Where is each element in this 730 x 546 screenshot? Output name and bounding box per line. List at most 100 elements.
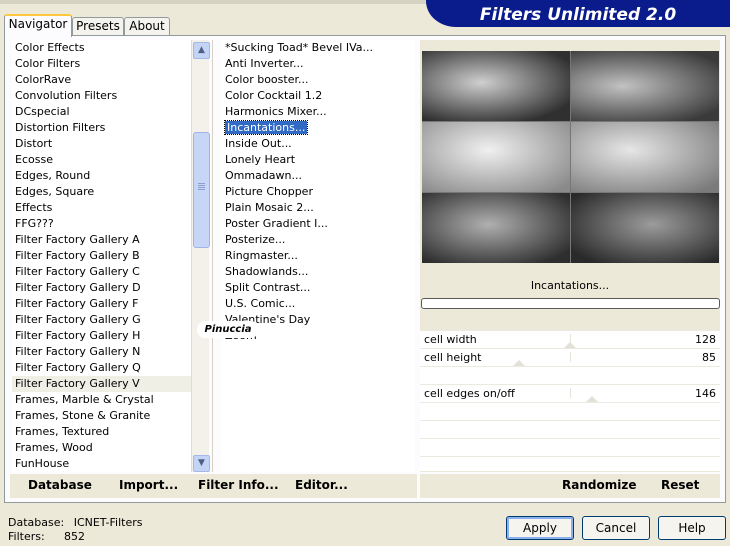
scroll-grip-icon	[198, 185, 205, 186]
help-button[interactable]: Help	[658, 516, 726, 540]
filter-item[interactable]: Incantations...	[222, 120, 415, 136]
slider-label: cell width	[424, 333, 477, 346]
category-scrollbar[interactable]: ▲ ▼	[191, 40, 210, 472]
category-item[interactable]: Filter Factory Gallery H	[12, 328, 194, 344]
filter-item-label: Posterize...	[225, 233, 286, 246]
category-item[interactable]: DCspecial	[12, 104, 194, 120]
slider-slot-empty	[420, 438, 720, 456]
filter-item[interactable]: Ringmaster...	[222, 248, 415, 264]
slider-label: cell edges on/off	[424, 387, 515, 400]
status-filters: Filters: 852	[8, 530, 85, 543]
filter-item-label: Plain Mosaic 2...	[225, 201, 314, 214]
category-item[interactable]: FunHouse	[12, 456, 194, 472]
filter-item[interactable]: U.S. Comic...	[222, 296, 415, 312]
category-item[interactable]: Filter Factory Gallery Q	[12, 360, 194, 376]
status-database-value: ICNET-Filters	[73, 516, 143, 529]
slider-center-tick	[570, 388, 571, 398]
category-item[interactable]: Frames, Textured	[12, 424, 194, 440]
category-item[interactable]: Ecosse	[12, 152, 194, 168]
category-item[interactable]: Color Filters	[12, 56, 194, 72]
slider-value: 128	[695, 333, 716, 346]
filter-item-label: Lonely Heart	[225, 153, 296, 166]
category-item[interactable]: Filter Factory Gallery A	[12, 232, 194, 248]
status-filters-value: 852	[64, 530, 85, 543]
window-top-edge	[0, 0, 430, 4]
filter-item[interactable]: Poster Gradient I...	[222, 216, 415, 232]
category-item[interactable]: Filter Factory Gallery F	[12, 296, 194, 312]
scroll-down-button[interactable]: ▼	[193, 455, 210, 472]
category-item[interactable]: Effects	[12, 200, 194, 216]
watermark-signature: Pinuccia	[197, 321, 259, 338]
filter-item[interactable]: *Sucking Toad* Bevel IVa...	[222, 40, 415, 56]
filter-item-label: Ommadawn...	[225, 169, 303, 182]
slider-cell-width[interactable]: cell width 128	[420, 330, 720, 350]
import-button[interactable]: Import...	[119, 478, 178, 492]
category-item[interactable]: FFG???	[12, 216, 194, 232]
category-item[interactable]: Frames, Wood	[12, 440, 194, 456]
editor-button[interactable]: Editor...	[295, 478, 348, 492]
tab-presets[interactable]: Presets	[72, 17, 124, 35]
preview-action-bar: Randomize Reset	[420, 474, 720, 498]
filter-item-label: Anti Inverter...	[225, 57, 304, 70]
category-item[interactable]: Frames, Marble & Crystal	[12, 392, 194, 408]
category-item[interactable]: Edges, Round	[12, 168, 194, 184]
database-button[interactable]: Database	[28, 478, 92, 492]
filter-item[interactable]: Picture Chopper	[222, 184, 415, 200]
filter-item[interactable]: Inside Out...	[222, 136, 415, 152]
slider-center-tick	[570, 352, 571, 362]
category-item[interactable]: ColorRave	[12, 72, 194, 88]
category-item[interactable]: Edges, Square	[12, 184, 194, 200]
slider-value: 146	[695, 387, 716, 400]
filter-item[interactable]: Lonely Heart	[222, 152, 415, 168]
filter-item[interactable]: Posterize...	[222, 232, 415, 248]
scroll-up-button[interactable]: ▲	[193, 42, 210, 59]
category-list[interactable]: Color Effects Color Filters ColorRave Convo…	[12, 40, 194, 472]
apply-button[interactable]: Apply	[506, 516, 574, 540]
filter-item-label: Picture Chopper	[225, 185, 313, 198]
filter-item-label: Split Contrast...	[225, 281, 311, 294]
filter-item[interactable]: Plain Mosaic 2...	[222, 200, 415, 216]
filter-item-label: Shadowlands...	[225, 265, 309, 278]
cancel-button[interactable]: Cancel	[582, 516, 650, 540]
slider-cell-height[interactable]: cell height 85	[420, 348, 720, 368]
category-item[interactable]: Filter Factory Gallery C	[12, 264, 194, 280]
filter-item-label: Harmonics Mixer...	[225, 105, 327, 118]
filter-item[interactable]: Shadowlands...	[222, 264, 415, 280]
app-banner-title: Filters Unlimited 2.0	[426, 0, 730, 27]
category-item[interactable]: Filter Factory Gallery N	[12, 344, 194, 360]
filter-preview-image	[422, 51, 719, 263]
filter-item[interactable]: Split Contrast...	[222, 280, 415, 296]
filter-item[interactable]: Harmonics Mixer...	[222, 104, 415, 120]
filter-item-label: Color Cocktail 1.2	[225, 89, 323, 102]
filter-item-label: Ringmaster...	[225, 249, 298, 262]
filter-list[interactable]: *Sucking Toad* Bevel IVa... Anti Inverter…	[222, 40, 415, 472]
category-item[interactable]: Frames, Stone & Granite	[12, 408, 194, 424]
filter-item[interactable]: Color Cocktail 1.2	[222, 88, 415, 104]
list-divider	[212, 40, 213, 472]
slider-label: cell height	[424, 351, 482, 364]
filter-item[interactable]: Color booster...	[222, 72, 415, 88]
status-filters-label: Filters:	[8, 530, 45, 543]
category-item[interactable]: Filter Factory Gallery G	[12, 312, 194, 328]
filter-info-button[interactable]: Filter Info...	[198, 478, 279, 492]
category-item[interactable]: Filter Factory Gallery B	[12, 248, 194, 264]
category-item[interactable]: Color Effects	[12, 40, 194, 56]
category-item[interactable]: Distortion Filters	[12, 120, 194, 136]
slider-slot-empty	[420, 402, 720, 420]
category-item[interactable]: Filter Factory Gallery V	[12, 376, 194, 392]
reset-button[interactable]: Reset	[661, 478, 699, 492]
filter-item[interactable]: Anti Inverter...	[222, 56, 415, 72]
list-action-bar: Database Import... Filter Info... Editor…	[10, 474, 417, 498]
filter-item-label: Poster Gradient I...	[225, 217, 328, 230]
preview-filter-name: Incantations...	[530, 279, 610, 292]
slider-cell-edges[interactable]: cell edges on/off 146	[420, 384, 720, 404]
filter-item[interactable]: Ommadawn...	[222, 168, 415, 184]
slider-empty	[420, 366, 720, 385]
tab-navigator[interactable]: Navigator	[4, 14, 72, 37]
category-item[interactable]: Convolution Filters	[12, 88, 194, 104]
scroll-thumb[interactable]	[193, 132, 210, 248]
randomize-button[interactable]: Randomize	[562, 478, 636, 492]
tab-about[interactable]: About	[124, 17, 170, 35]
category-item[interactable]: Filter Factory Gallery D	[12, 280, 194, 296]
category-item[interactable]: Distort	[12, 136, 194, 152]
